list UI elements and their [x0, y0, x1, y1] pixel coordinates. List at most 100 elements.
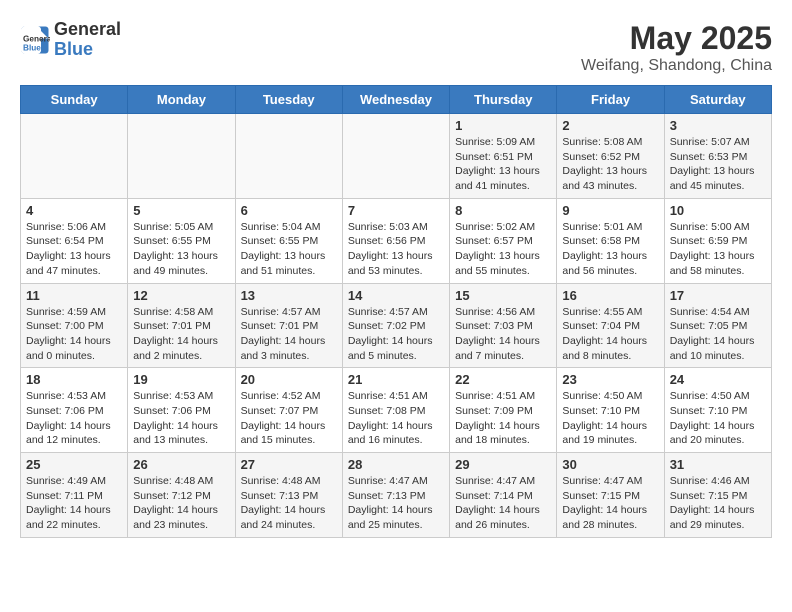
day-header-monday: Monday: [128, 86, 235, 114]
svg-text:Blue: Blue: [23, 43, 41, 52]
month-year: May 2025: [581, 20, 772, 57]
day-number: 28: [348, 457, 444, 472]
day-number: 14: [348, 288, 444, 303]
day-number: 13: [241, 288, 337, 303]
day-number: 1: [455, 118, 551, 133]
day-info: Sunrise: 4:56 AMSunset: 7:03 PMDaylight:…: [455, 305, 551, 364]
calendar-cell: 31 Sunrise: 4:46 AMSunset: 7:15 PMDayligh…: [664, 453, 771, 538]
day-info: Sunrise: 4:51 AMSunset: 7:08 PMDaylight:…: [348, 389, 444, 448]
day-info: Sunrise: 4:51 AMSunset: 7:09 PMDaylight:…: [455, 389, 551, 448]
day-number: 12: [133, 288, 229, 303]
day-info: Sunrise: 4:48 AMSunset: 7:13 PMDaylight:…: [241, 474, 337, 533]
day-info: Sunrise: 4:54 AMSunset: 7:05 PMDaylight:…: [670, 305, 766, 364]
calendar-header-row: SundayMondayTuesdayWednesdayThursdayFrid…: [21, 86, 772, 114]
calendar-week-5: 25 Sunrise: 4:49 AMSunset: 7:11 PMDayligh…: [21, 453, 772, 538]
calendar-cell: 14 Sunrise: 4:57 AMSunset: 7:02 PMDayligh…: [342, 283, 449, 368]
calendar-cell: 11 Sunrise: 4:59 AMSunset: 7:00 PMDayligh…: [21, 283, 128, 368]
day-number: 21: [348, 372, 444, 387]
logo-line1: General: [54, 20, 121, 40]
day-number: 27: [241, 457, 337, 472]
day-number: 16: [562, 288, 658, 303]
calendar-table: SundayMondayTuesdayWednesdayThursdayFrid…: [20, 85, 772, 538]
calendar-cell: 1 Sunrise: 5:09 AMSunset: 6:51 PMDaylight…: [450, 114, 557, 199]
logo-icon: General Blue: [20, 25, 50, 55]
logo: General Blue General Blue: [20, 20, 121, 60]
day-number: 4: [26, 203, 122, 218]
calendar-cell: 13 Sunrise: 4:57 AMSunset: 7:01 PMDayligh…: [235, 283, 342, 368]
day-number: 18: [26, 372, 122, 387]
day-info: Sunrise: 5:02 AMSunset: 6:57 PMDaylight:…: [455, 220, 551, 279]
calendar-cell: 17Sunrise: 4:54 AMSunset: 7:05 PMDayligh…: [664, 283, 771, 368]
title-block: May 2025 Weifang, Shandong, China: [581, 20, 772, 75]
day-number: 6: [241, 203, 337, 218]
day-number: 11: [26, 288, 122, 303]
calendar-cell: 18 Sunrise: 4:53 AMSunset: 7:06 PMDayligh…: [21, 368, 128, 453]
calendar-week-2: 4 Sunrise: 5:06 AMSunset: 6:54 PMDaylight…: [21, 198, 772, 283]
day-number: 30: [562, 457, 658, 472]
day-info: Sunrise: 4:47 AMSunset: 7:15 PMDaylight:…: [562, 474, 658, 533]
day-info: Sunrise: 4:46 AMSunset: 7:15 PMDaylight:…: [670, 474, 766, 533]
logo-text: General Blue: [54, 20, 121, 60]
day-number: 15: [455, 288, 551, 303]
day-info: Sunrise: 5:05 AMSunset: 6:55 PMDaylight:…: [133, 220, 229, 279]
calendar-cell: 16Sunrise: 4:55 AMSunset: 7:04 PMDayligh…: [557, 283, 664, 368]
day-info: Sunrise: 4:57 AMSunset: 7:01 PMDaylight:…: [241, 305, 337, 364]
day-number: 9: [562, 203, 658, 218]
day-number: 2: [562, 118, 658, 133]
day-info: Sunrise: 4:48 AMSunset: 7:12 PMDaylight:…: [133, 474, 229, 533]
day-info: Sunrise: 4:47 AMSunset: 7:13 PMDaylight:…: [348, 474, 444, 533]
calendar-cell: 7Sunrise: 5:03 AMSunset: 6:56 PMDaylight…: [342, 198, 449, 283]
calendar-cell: 9Sunrise: 5:01 AMSunset: 6:58 PMDaylight…: [557, 198, 664, 283]
calendar-cell: 28 Sunrise: 4:47 AMSunset: 7:13 PMDayligh…: [342, 453, 449, 538]
svg-text:General: General: [23, 34, 50, 43]
day-info: Sunrise: 5:03 AMSunset: 6:56 PMDaylight:…: [348, 220, 444, 279]
day-number: 24: [670, 372, 766, 387]
calendar-cell: 5Sunrise: 5:05 AMSunset: 6:55 PMDaylight…: [128, 198, 235, 283]
calendar-cell: 8Sunrise: 5:02 AMSunset: 6:57 PMDaylight…: [450, 198, 557, 283]
logo-line2: Blue: [54, 40, 121, 60]
day-number: 31: [670, 457, 766, 472]
day-number: 20: [241, 372, 337, 387]
day-number: 22: [455, 372, 551, 387]
calendar-cell: 27 Sunrise: 4:48 AMSunset: 7:13 PMDayligh…: [235, 453, 342, 538]
calendar-cell: 2 Sunrise: 5:08 AMSunset: 6:52 PMDaylight…: [557, 114, 664, 199]
day-info: Sunrise: 4:53 AMSunset: 7:06 PMDaylight:…: [26, 389, 122, 448]
page-header: General Blue General Blue May 2025 Weifa…: [20, 20, 772, 75]
day-info: Sunrise: 4:49 AMSunset: 7:11 PMDaylight:…: [26, 474, 122, 533]
day-number: 26: [133, 457, 229, 472]
day-info: Sunrise: 5:07 AMSunset: 6:53 PMDaylight:…: [670, 135, 766, 194]
day-info: Sunrise: 4:57 AMSunset: 7:02 PMDaylight:…: [348, 305, 444, 364]
calendar-cell: 4 Sunrise: 5:06 AMSunset: 6:54 PMDaylight…: [21, 198, 128, 283]
calendar-cell: 29Sunrise: 4:47 AMSunset: 7:14 PMDayligh…: [450, 453, 557, 538]
day-header-sunday: Sunday: [21, 86, 128, 114]
day-header-friday: Friday: [557, 86, 664, 114]
day-header-wednesday: Wednesday: [342, 86, 449, 114]
calendar-cell: 30 Sunrise: 4:47 AMSunset: 7:15 PMDayligh…: [557, 453, 664, 538]
day-number: 19: [133, 372, 229, 387]
day-number: 25: [26, 457, 122, 472]
calendar-cell: 26 Sunrise: 4:48 AMSunset: 7:12 PMDayligh…: [128, 453, 235, 538]
calendar-cell: 6Sunrise: 5:04 AMSunset: 6:55 PMDaylight…: [235, 198, 342, 283]
calendar-week-3: 11 Sunrise: 4:59 AMSunset: 7:00 PMDayligh…: [21, 283, 772, 368]
calendar-cell: 21 Sunrise: 4:51 AMSunset: 7:08 PMDayligh…: [342, 368, 449, 453]
calendar-cell: [128, 114, 235, 199]
calendar-week-1: 1 Sunrise: 5:09 AMSunset: 6:51 PMDaylight…: [21, 114, 772, 199]
calendar-cell: 22 Sunrise: 4:51 AMSunset: 7:09 PMDayligh…: [450, 368, 557, 453]
day-info: Sunrise: 5:08 AMSunset: 6:52 PMDaylight:…: [562, 135, 658, 194]
day-info: Sunrise: 5:09 AMSunset: 6:51 PMDaylight:…: [455, 135, 551, 194]
calendar-cell: [235, 114, 342, 199]
day-info: Sunrise: 5:06 AMSunset: 6:54 PMDaylight:…: [26, 220, 122, 279]
day-number: 10: [670, 203, 766, 218]
calendar-cell: 24 Sunrise: 4:50 AMSunset: 7:10 PMDayligh…: [664, 368, 771, 453]
calendar-cell: 25 Sunrise: 4:49 AMSunset: 7:11 PMDayligh…: [21, 453, 128, 538]
day-info: Sunrise: 5:00 AMSunset: 6:59 PMDaylight:…: [670, 220, 766, 279]
day-info: Sunrise: 4:58 AMSunset: 7:01 PMDaylight:…: [133, 305, 229, 364]
day-info: Sunrise: 4:59 AMSunset: 7:00 PMDaylight:…: [26, 305, 122, 364]
day-number: 3: [670, 118, 766, 133]
calendar-cell: 10 Sunrise: 5:00 AMSunset: 6:59 PMDayligh…: [664, 198, 771, 283]
day-header-thursday: Thursday: [450, 86, 557, 114]
calendar-cell: [21, 114, 128, 199]
day-info: Sunrise: 4:50 AMSunset: 7:10 PMDaylight:…: [670, 389, 766, 448]
calendar-cell: 15 Sunrise: 4:56 AMSunset: 7:03 PMDayligh…: [450, 283, 557, 368]
calendar-cell: 3 Sunrise: 5:07 AMSunset: 6:53 PMDaylight…: [664, 114, 771, 199]
